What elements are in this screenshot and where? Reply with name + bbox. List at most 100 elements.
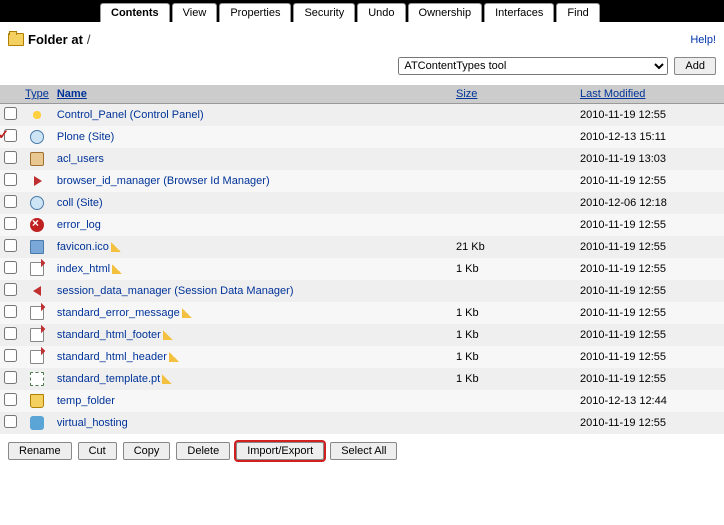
pencil-icon[interactable] — [112, 264, 122, 274]
date-cell: 2010-12-06 12:18 — [576, 192, 724, 214]
size-cell: 1 Kb — [452, 258, 576, 280]
contents-table: Type Name Size Last Modified Control_Pan… — [0, 85, 724, 434]
item-link[interactable]: standard_html_footer — [57, 329, 161, 341]
table-row: ✓Plone (Site)2010-12-13 15:11 — [0, 126, 724, 148]
tab-bar: ContentsViewPropertiesSecurityUndoOwners… — [0, 0, 724, 22]
tab-undo[interactable]: Undo — [357, 3, 405, 22]
table-row: standard_error_message1 Kb2010-11-19 12:… — [0, 302, 724, 324]
date-cell: 2010-11-19 13:03 — [576, 148, 724, 170]
doc-icon — [30, 350, 44, 364]
gear-icon — [30, 108, 44, 122]
item-link[interactable]: index_html — [57, 263, 110, 275]
item-link[interactable]: acl_users — [57, 153, 104, 165]
help-link[interactable]: Help! — [690, 34, 716, 46]
size-cell — [452, 126, 576, 148]
row-checkbox[interactable] — [4, 327, 17, 340]
row-checkbox[interactable] — [4, 107, 17, 120]
delete-button[interactable]: Delete — [176, 442, 230, 460]
item-link[interactable]: error_log — [57, 219, 101, 231]
size-cell: 1 Kb — [452, 346, 576, 368]
tab-find[interactable]: Find — [556, 3, 599, 22]
table-row: index_html 1 Kb2010-11-19 12:55 — [0, 258, 724, 280]
row-checkbox[interactable] — [4, 239, 17, 252]
date-cell: 2010-12-13 12:44 — [576, 390, 724, 412]
doc-icon — [30, 306, 44, 320]
tab-view[interactable]: View — [172, 3, 218, 22]
item-link[interactable]: standard_html_header — [57, 351, 167, 363]
size-cell — [452, 390, 576, 412]
import_export-button[interactable]: Import/Export — [236, 442, 324, 460]
item-link[interactable]: Control_Panel (Control Panel) — [57, 109, 204, 121]
breadcrumb[interactable]: / — [87, 32, 91, 47]
tab-contents[interactable]: Contents — [100, 3, 170, 22]
row-checkbox[interactable] — [4, 217, 17, 230]
row-checkbox[interactable] — [4, 371, 17, 384]
row-checkbox[interactable] — [4, 173, 17, 186]
pencil-icon[interactable] — [182, 308, 192, 318]
item-link[interactable]: favicon.ico — [57, 241, 109, 253]
globe-icon — [30, 196, 44, 210]
col-size[interactable]: Size — [452, 85, 576, 104]
img-icon — [30, 240, 44, 254]
row-checkbox[interactable] — [4, 349, 17, 362]
doc-icon — [30, 262, 44, 276]
item-link[interactable]: standard_error_message — [57, 307, 180, 319]
row-checkbox[interactable] — [4, 305, 17, 318]
pencil-icon[interactable] — [163, 330, 173, 340]
item-link[interactable]: coll (Site) — [57, 197, 103, 209]
item-link[interactable]: browser_id_manager (Browser Id Manager) — [57, 175, 270, 187]
table-row: favicon.ico21 Kb2010-11-19 12:55 — [0, 236, 724, 258]
row-checkbox[interactable] — [4, 261, 17, 274]
tab-properties[interactable]: Properties — [219, 3, 291, 22]
table-row: acl_users 2010-11-19 13:03 — [0, 148, 724, 170]
date-cell: 2010-11-19 12:55 — [576, 412, 724, 434]
item-link[interactable]: standard_template.pt — [57, 373, 160, 385]
row-checkbox[interactable] — [4, 393, 17, 406]
col-name[interactable]: Name — [53, 85, 452, 104]
header: Folder at / Help! — [0, 22, 724, 53]
row-checkbox[interactable] — [4, 195, 17, 208]
error-icon — [30, 218, 44, 232]
rename-button[interactable]: Rename — [8, 442, 72, 460]
tmpl-icon — [30, 372, 44, 386]
globe-icon — [30, 130, 44, 144]
date-cell: 2010-11-19 12:55 — [576, 368, 724, 390]
size-cell: 1 Kb — [452, 368, 576, 390]
tab-security[interactable]: Security — [293, 3, 355, 22]
vhost-icon — [30, 416, 44, 430]
item-link[interactable]: Plone (Site) — [57, 131, 114, 143]
users-icon — [30, 152, 44, 166]
item-link[interactable]: temp_folder — [57, 395, 115, 407]
table-row: coll (Site) 2010-12-06 12:18 — [0, 192, 724, 214]
size-cell — [452, 148, 576, 170]
size-cell — [452, 104, 576, 127]
table-row: error_log2010-11-19 12:55 — [0, 214, 724, 236]
item-link[interactable]: session_data_manager (Session Data Manag… — [57, 285, 294, 297]
pencil-icon[interactable] — [111, 242, 121, 252]
col-type[interactable]: Type — [21, 85, 53, 104]
select_all-button[interactable]: Select All — [330, 442, 397, 460]
item-link[interactable]: virtual_hosting — [57, 417, 128, 429]
add-type-select[interactable]: ATContentTypes tool — [398, 57, 668, 75]
date-cell: 2010-11-19 12:55 — [576, 170, 724, 192]
add-button[interactable]: Add — [674, 57, 716, 75]
date-cell: 2010-11-19 12:55 — [576, 258, 724, 280]
arr-l-icon — [33, 286, 41, 296]
table-row: virtual_hosting 2010-11-19 12:55 — [0, 412, 724, 434]
cut-button[interactable]: Cut — [78, 442, 117, 460]
col-modified[interactable]: Last Modified — [576, 85, 724, 104]
row-checkbox[interactable] — [4, 415, 17, 428]
table-row: standard_template.pt 1 Kb2010-11-19 12:55 — [0, 368, 724, 390]
size-cell — [452, 412, 576, 434]
tab-interfaces[interactable]: Interfaces — [484, 3, 554, 22]
pencil-icon[interactable] — [162, 374, 172, 384]
size-cell — [452, 214, 576, 236]
date-cell: 2010-11-19 12:55 — [576, 280, 724, 302]
table-row: session_data_manager (Session Data Manag… — [0, 280, 724, 302]
tab-ownership[interactable]: Ownership — [408, 3, 483, 22]
row-checkbox[interactable] — [4, 151, 17, 164]
copy-button[interactable]: Copy — [123, 442, 171, 460]
size-cell: 1 Kb — [452, 324, 576, 346]
row-checkbox[interactable] — [4, 283, 17, 296]
pencil-icon[interactable] — [169, 352, 179, 362]
